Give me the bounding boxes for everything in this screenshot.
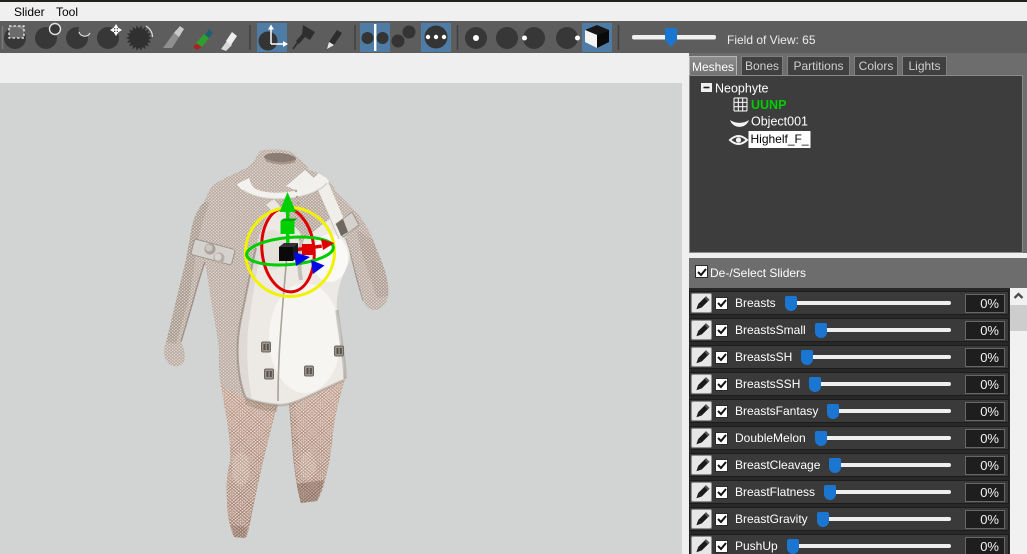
svg-text:Neophyte: Neophyte: [715, 82, 769, 96]
svg-text:Highelf_F_: Highelf_F_: [751, 132, 809, 146]
svg-text:Object001: Object001: [751, 115, 808, 129]
svg-text:UUNP: UUNP: [751, 98, 786, 112]
